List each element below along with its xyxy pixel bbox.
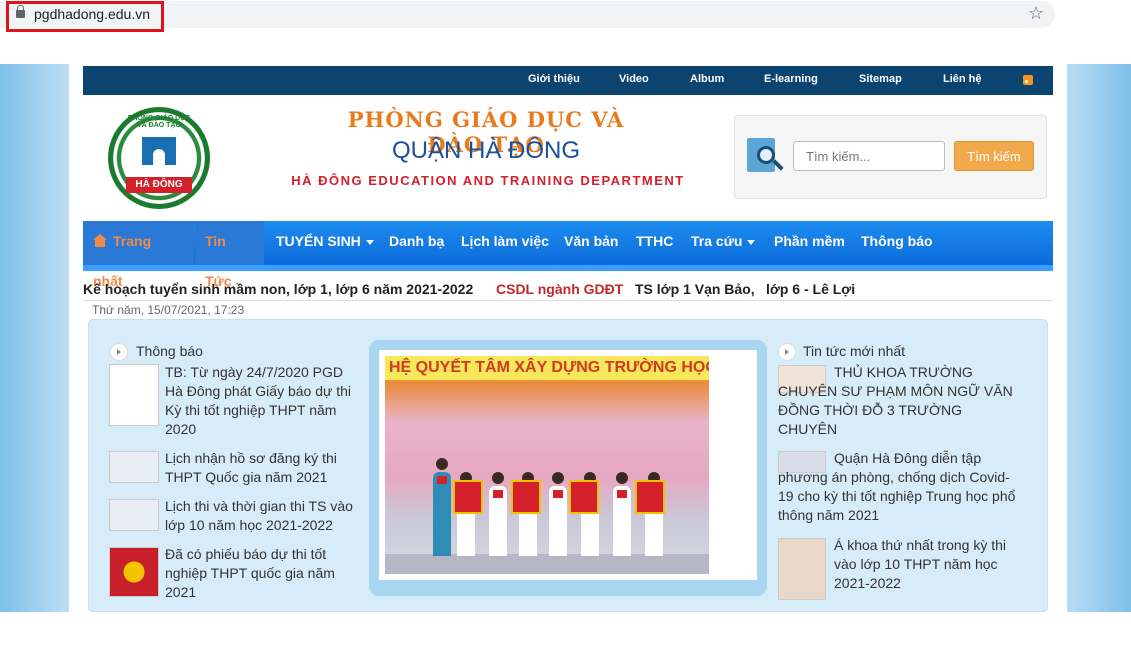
url-highlight-box (6, 1, 164, 32)
news-link[interactable]: Á khoa thứ nhất trong kỳ thi vào lớp 10 … (834, 536, 1019, 593)
content-panel: Thông báo TB: Từ ngày 24/7/2020 PGD Hà Đ… (88, 319, 1048, 612)
logo-ribbon: HÀ ĐÔNG (126, 177, 192, 193)
site-header: PHÒNG GIÁO DỤC VÀ ĐÀO TẠO HÀ ĐÔNG PHÒNG … (83, 95, 1053, 220)
notice-thumbnail[interactable] (109, 451, 159, 483)
bullet-arrow-icon (778, 343, 796, 361)
ticker-item[interactable]: lớp 6 - Lê Lợi (766, 281, 855, 297)
ticker-item[interactable]: TS lớp 1 Vạn Bảo, (635, 281, 755, 297)
news-link[interactable]: THỦ KHOA TRƯỜNG CHUYÊN SƯ PHẠM MÔN NGỮ V… (778, 363, 1013, 439)
featured-frame: HỆ QUYẾT TÂM XÂY DỰNG TRƯỜNG HỌC THÂN TH… (379, 350, 757, 580)
notice-link[interactable]: Đã có phiếu báo dự thi tốt nghiệp THPT q… (165, 545, 360, 602)
nav-admissions-label: TUYỂN SINH (276, 233, 361, 249)
nav-bottom-strip (83, 265, 1053, 271)
top-nav-elearning[interactable]: E-learning (764, 73, 818, 85)
nav-lookup-label: Tra cứu (691, 233, 743, 249)
search-input[interactable] (793, 141, 945, 171)
nav-home[interactable]: Trang nhất (83, 221, 194, 289)
chevron-down-icon (747, 239, 756, 245)
emblem-thumbnail[interactable] (109, 547, 159, 597)
nav-notices[interactable]: Thông báo (851, 221, 943, 265)
top-nav: Giới thiệu Video Album E-learning Sitema… (83, 66, 1053, 95)
chevron-down-icon (365, 239, 374, 245)
news-thumbnail[interactable] (778, 538, 826, 600)
top-nav-about[interactable]: Giới thiệu (528, 73, 580, 85)
bookmark-star-icon[interactable]: ☆ (1028, 3, 1044, 24)
nav-news[interactable]: Tin Tức (195, 221, 264, 289)
notice-link[interactable]: TB: Từ ngày 24/7/2020 PGD Hà Đông phát G… (165, 363, 360, 439)
top-nav-album[interactable]: Album (690, 73, 724, 85)
bullet-arrow-icon (110, 343, 128, 361)
top-nav-sitemap[interactable]: Sitemap (859, 73, 902, 85)
nav-directory[interactable]: Danh bạ (379, 221, 454, 265)
nav-documents[interactable]: Văn bản (554, 221, 628, 265)
site-title-line3: HÀ ĐÔNG EDUCATION AND TRAINING DEPARTMEN… (291, 173, 685, 188)
current-datetime: Thứ năm, 15/07/2021, 17:23 (92, 303, 245, 317)
featured-photo[interactable]: HỆ QUYẾT TÂM XÂY DỰNG TRƯỜNG HỌC THÂN TH… (385, 356, 709, 574)
search-box: Tìm kiếm (734, 115, 1047, 199)
ticker-item[interactable]: Kế hoạch tuyển sinh mầm non, lớp 1, lớp … (83, 281, 473, 297)
latest-news-heading: Tin tức mới nhất (803, 343, 906, 359)
notices-heading: Thông báo (136, 343, 203, 359)
site-logo[interactable]: PHÒNG GIÁO DỤC VÀ ĐÀO TẠO HÀ ĐÔNG (108, 107, 210, 209)
ticker-item[interactable]: CSDL ngành GDĐT (496, 281, 623, 297)
photo-banner-text: HỆ QUYẾT TÂM XÂY DỰNG TRƯỜNG HỌC THÂN TH… (385, 356, 709, 380)
main-nav: Trang nhất Tin Tức TUYỂN SINH Danh bạ Lị… (83, 221, 1053, 289)
featured-slider: HỆ QUYẾT TÂM XÂY DỰNG TRƯỜNG HỌC THÂN TH… (369, 340, 767, 596)
notice-link[interactable]: Lịch nhận hồ sơ đăng ký thi THPT Quốc gi… (165, 449, 360, 487)
rss-icon[interactable] (1023, 75, 1033, 85)
search-icon (747, 136, 785, 176)
nav-admissions[interactable]: TUYỂN SINH (266, 221, 384, 265)
nav-lookup[interactable]: Tra cứu (681, 221, 765, 265)
top-nav-video[interactable]: Video (619, 73, 649, 85)
nav-software[interactable]: Phần mềm (764, 221, 855, 265)
notice-thumbnail[interactable] (109, 499, 159, 531)
search-button[interactable]: Tìm kiếm (954, 141, 1034, 171)
notice-link[interactable]: Lịch thi và thời gian thi TS vào lớp 10 … (165, 497, 360, 535)
home-icon (93, 234, 107, 247)
website: Giới thiệu Video Album E-learning Sitema… (69, 64, 1067, 612)
site-title-line2: QUẬN HÀ ĐÔNG (391, 137, 580, 164)
nav-schedule[interactable]: Lịch làm việc (451, 221, 559, 265)
notice-thumbnail[interactable] (109, 364, 159, 426)
top-nav-contact[interactable]: Liên hệ (943, 73, 982, 85)
nav-tthc[interactable]: TTHC (626, 221, 683, 265)
logo-arc-text: PHÒNG GIÁO DỤC VÀ ĐÀO TẠO (127, 115, 191, 129)
news-link[interactable]: Quận Hà Đông diễn tập phương án phòng, c… (778, 449, 1018, 525)
news-ticker: Kế hoạch tuyển sinh mầm non, lớp 1, lớp … (83, 275, 1053, 301)
logo-gate-icon (142, 137, 176, 165)
browser-address-bar: pgdhadong.edu.vn ☆ (0, 0, 1131, 32)
